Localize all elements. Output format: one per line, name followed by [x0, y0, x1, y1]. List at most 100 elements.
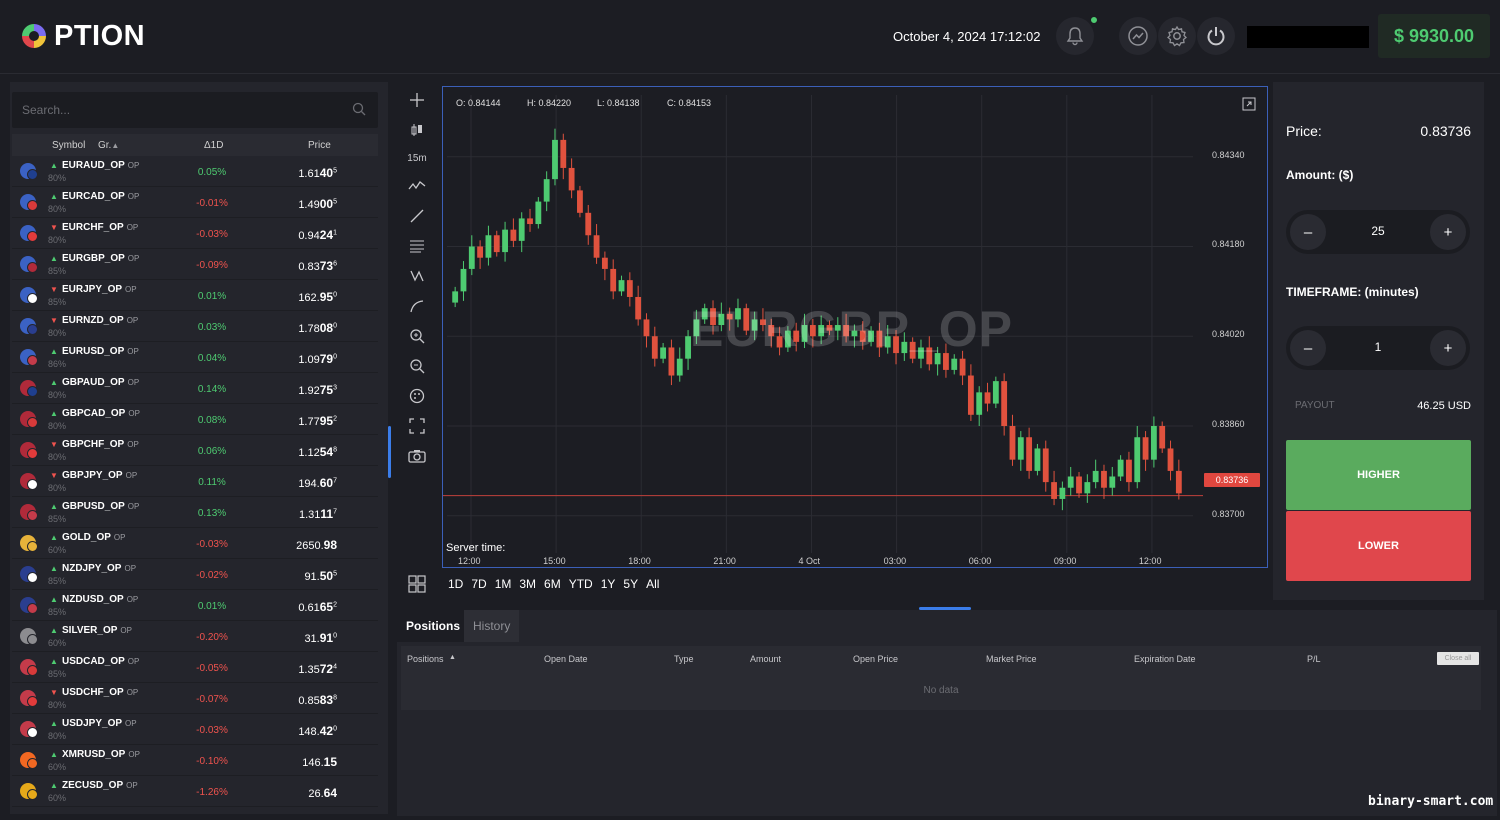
logout-button[interactable]	[1197, 17, 1235, 55]
instrument-row[interactable]: ▼ GBPJPY_OP OP 80% 0.11% 194.607	[12, 466, 378, 497]
positions-col-header[interactable]: Open Date	[544, 654, 588, 664]
instrument-row[interactable]: ▲ GBPUSD_OP OP 85% 0.13% 1.31117	[12, 497, 378, 528]
settings-button[interactable]	[1158, 17, 1196, 55]
candle-body	[668, 347, 675, 376]
amount-decrease-button[interactable]: –	[1290, 214, 1326, 250]
price-value: 0.83736	[1420, 123, 1471, 139]
candles-tool[interactable]	[407, 120, 427, 140]
expand-chart-icon[interactable]	[1242, 97, 1256, 111]
instrument-row[interactable]: ▲ EURGBP_OP OP 85% -0.09% 0.83736	[12, 249, 378, 280]
price-pips: 64	[323, 786, 337, 800]
tab-history[interactable]: History	[464, 610, 520, 642]
instrument-price: 148.420	[267, 724, 337, 738]
instrument-row[interactable]: ▲ GBPCAD_OP OP 80% 0.08% 1.77952	[12, 404, 378, 435]
positions-col-header[interactable]: Type	[674, 654, 694, 664]
instrument-row[interactable]: ▲ EURCAD_OP OP 80% -0.01% 1.49005	[12, 187, 378, 218]
symbol-tag: OP	[127, 347, 139, 356]
amount-label: Amount: ($)	[1286, 168, 1354, 182]
list-scrollbar[interactable]	[388, 426, 391, 478]
zoom-in-tool[interactable]	[407, 326, 427, 346]
tab-positions[interactable]: Positions	[397, 610, 470, 642]
range-button[interactable]: 6M	[544, 577, 561, 591]
analytics-button[interactable]	[1119, 17, 1157, 55]
crosshair-tool[interactable]	[407, 90, 427, 110]
positions-col-header[interactable]: Amount	[750, 654, 781, 664]
candle-body	[660, 347, 667, 359]
price-fraction: 6	[333, 260, 337, 268]
instrument-price: 194.607	[267, 476, 337, 490]
instrument-row[interactable]: ▲ GBPAUD_OP OP 80% 0.14% 1.92753	[12, 373, 378, 404]
zoom-out-icon	[410, 359, 425, 374]
instrument-row[interactable]: ▲ EURUSD_OP OP 86% 0.04% 1.09790	[12, 342, 378, 373]
instrument-row[interactable]: ▲ EURAUD_OP OP 80% 0.05% 1.61405	[12, 156, 378, 187]
amount-value[interactable]: 25	[1336, 224, 1420, 238]
instrument-row[interactable]: ▼ EURJPY_OP OP 85% 0.01% 162.950	[12, 280, 378, 311]
positions-col-header[interactable]: Market Price	[986, 654, 1037, 664]
brush-tool[interactable]	[407, 296, 427, 316]
positions-col-header[interactable]: P/L	[1307, 654, 1321, 664]
positions-col-header[interactable]: Expiration Date	[1134, 654, 1196, 664]
range-button[interactable]: All	[646, 577, 659, 591]
instrument-symbol: GBPCHF_OP OP	[62, 439, 139, 450]
instrument-row[interactable]: ▲ NZDJPY_OP OP 85% -0.02% 91.505	[12, 559, 378, 590]
quote-currency-flag-icon	[27, 789, 38, 800]
fib-tool[interactable]	[407, 236, 427, 256]
arrow-up-icon: ▲	[50, 502, 58, 511]
range-button[interactable]: 7D	[471, 577, 486, 591]
positions-panel: Positions History Close all Positions ▲ Op…	[397, 610, 1497, 816]
instrument-row[interactable]: ▼ USDCHF_OP OP 80% -0.07% 0.85838	[12, 683, 378, 714]
amount-increase-button[interactable]: +	[1430, 214, 1466, 250]
balance-display[interactable]: $ 9930.00	[1378, 14, 1490, 58]
timeframe-increase-button[interactable]: +	[1430, 330, 1466, 366]
layout-tool[interactable]	[407, 574, 427, 594]
positions-col-header[interactable]: Positions	[407, 654, 444, 664]
candlestick-icon	[411, 124, 422, 136]
instrument-row[interactable]: ▲ USDCAD_OP OP 85% -0.05% 1.35724	[12, 652, 378, 683]
search-icon[interactable]	[352, 102, 366, 116]
instrument-row[interactable]: ▲ XMRUSD_OP OP 60% -0.10% 146.15	[12, 745, 378, 776]
pattern-tool[interactable]	[407, 266, 427, 286]
instrument-row[interactable]: ▼ GBPCHF_OP OP 80% 0.06% 1.12548	[12, 435, 378, 466]
search-input[interactable]	[22, 100, 342, 120]
zoom-out-tool[interactable]	[407, 356, 427, 376]
instrument-row[interactable]: ▲ USDJPY_OP OP 80% -0.03% 148.420	[12, 714, 378, 745]
price-pips: 60	[319, 476, 334, 490]
timeframe-decrease-button[interactable]: –	[1290, 330, 1326, 366]
lower-button[interactable]: LOWER	[1286, 511, 1471, 581]
col-symbol-header[interactable]: Symbol	[52, 140, 85, 151]
range-button[interactable]: YTD	[569, 577, 593, 591]
higher-button[interactable]: HIGHER	[1286, 440, 1471, 510]
range-button[interactable]: 1Y	[601, 577, 616, 591]
timeframe-value[interactable]: 1	[1336, 340, 1420, 354]
arrow-up-icon: ▲	[50, 409, 58, 418]
candle-body	[1076, 476, 1082, 494]
daily-change: -0.20%	[196, 632, 228, 643]
price-fraction: 0	[333, 353, 337, 361]
indicators-tool[interactable]	[407, 176, 427, 196]
col-change-header[interactable]: Δ1D	[204, 140, 223, 151]
range-button[interactable]: 5Y	[623, 577, 638, 591]
positions-col-header[interactable]: Open Price	[853, 654, 898, 664]
daily-change: -0.02%	[196, 570, 228, 581]
price-pips: 11	[320, 507, 334, 521]
close-all-button[interactable]: Close all	[1437, 652, 1479, 665]
range-button[interactable]: 1M	[495, 577, 512, 591]
instrument-row[interactable]: ▼ EURNZD_OP OP 80% 0.03% 1.78080	[12, 311, 378, 342]
theme-tool[interactable]	[407, 386, 427, 406]
quote-currency-flag-icon	[27, 417, 38, 428]
notifications-button[interactable]	[1056, 17, 1094, 55]
trendline-tool[interactable]	[407, 206, 427, 226]
col-group-header[interactable]: Gr.▲	[98, 140, 119, 151]
instrument-row[interactable]: ▲ ZECUSD_OP OP 60% -1.26% 26.64	[12, 776, 378, 807]
screenshot-tool[interactable]	[407, 446, 427, 466]
interval-button[interactable]: 15m	[407, 148, 427, 168]
instrument-row[interactable]: ▲ SILVER_OP OP 60% -0.20% 31.910	[12, 621, 378, 652]
fullscreen-tool[interactable]	[407, 416, 427, 436]
range-button[interactable]: 1D	[448, 577, 463, 591]
range-button[interactable]: 3M	[519, 577, 536, 591]
price-main: 1.35	[298, 664, 320, 676]
instrument-row[interactable]: ▼ EURCHF_OP OP 80% -0.03% 0.94241	[12, 218, 378, 249]
instrument-row[interactable]: ▲ NZDUSD_OP OP 85% 0.01% 0.61652	[12, 590, 378, 621]
col-price-header[interactable]: Price	[308, 140, 331, 151]
instrument-row[interactable]: ▲ GOLD_OP OP 60% -0.03% 2650.98	[12, 528, 378, 559]
